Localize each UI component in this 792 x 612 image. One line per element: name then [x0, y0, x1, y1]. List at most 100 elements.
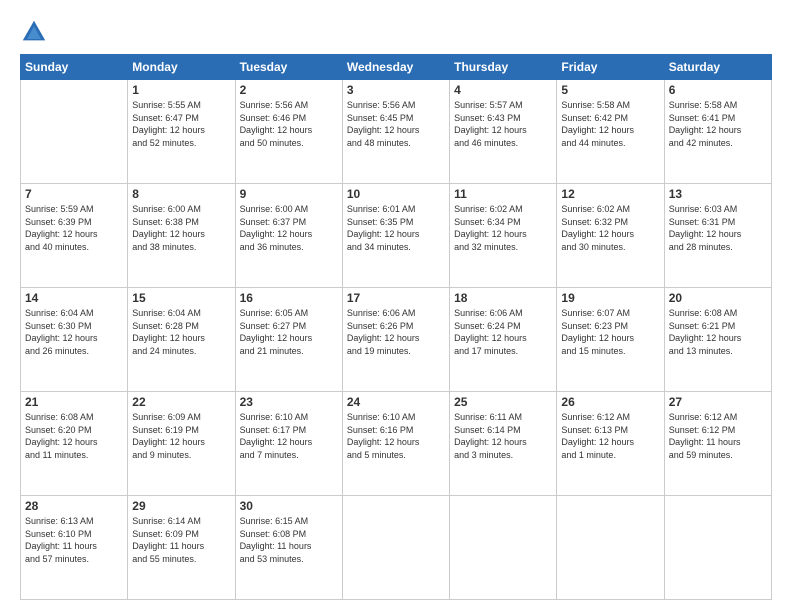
calendar-cell: 6 Sunrise: 5:58 AM Sunset: 6:41 PM Daylig… [664, 80, 771, 184]
day-number: 29 [132, 499, 230, 513]
calendar-cell: 8 Sunrise: 6:00 AM Sunset: 6:38 PM Daylig… [128, 184, 235, 288]
cell-info: Sunrise: 6:07 AM Sunset: 6:23 PM Dayligh… [561, 307, 659, 357]
cell-info: Sunrise: 6:06 AM Sunset: 6:26 PM Dayligh… [347, 307, 445, 357]
calendar-cell: 26 Sunrise: 6:12 AM Sunset: 6:13 PM Dayli… [557, 392, 664, 496]
calendar-cell: 17 Sunrise: 6:06 AM Sunset: 6:26 PM Dayli… [342, 288, 449, 392]
day-number: 13 [669, 187, 767, 201]
cell-info: Sunrise: 6:08 AM Sunset: 6:20 PM Dayligh… [25, 411, 123, 461]
calendar-cell: 14 Sunrise: 6:04 AM Sunset: 6:30 PM Dayli… [21, 288, 128, 392]
day-number: 11 [454, 187, 552, 201]
calendar-cell [21, 80, 128, 184]
day-number: 3 [347, 83, 445, 97]
day-number: 20 [669, 291, 767, 305]
day-number: 4 [454, 83, 552, 97]
col-header-friday: Friday [557, 55, 664, 80]
calendar-cell [557, 496, 664, 600]
cell-info: Sunrise: 6:02 AM Sunset: 6:34 PM Dayligh… [454, 203, 552, 253]
day-number: 22 [132, 395, 230, 409]
cell-info: Sunrise: 6:08 AM Sunset: 6:21 PM Dayligh… [669, 307, 767, 357]
day-number: 5 [561, 83, 659, 97]
calendar-cell: 20 Sunrise: 6:08 AM Sunset: 6:21 PM Dayli… [664, 288, 771, 392]
header [20, 18, 772, 46]
week-row-4: 28 Sunrise: 6:13 AM Sunset: 6:10 PM Dayli… [21, 496, 772, 600]
cell-info: Sunrise: 6:02 AM Sunset: 6:32 PM Dayligh… [561, 203, 659, 253]
cell-info: Sunrise: 6:00 AM Sunset: 6:38 PM Dayligh… [132, 203, 230, 253]
day-number: 2 [240, 83, 338, 97]
calendar-header-row: SundayMondayTuesdayWednesdayThursdayFrid… [21, 55, 772, 80]
col-header-sunday: Sunday [21, 55, 128, 80]
cell-info: Sunrise: 6:03 AM Sunset: 6:31 PM Dayligh… [669, 203, 767, 253]
cell-info: Sunrise: 6:13 AM Sunset: 6:10 PM Dayligh… [25, 515, 123, 565]
cell-info: Sunrise: 5:57 AM Sunset: 6:43 PM Dayligh… [454, 99, 552, 149]
day-number: 16 [240, 291, 338, 305]
cell-info: Sunrise: 5:58 AM Sunset: 6:42 PM Dayligh… [561, 99, 659, 149]
calendar-cell: 10Sunrise: 6:01 AM Sunset: 6:35 PM Dayli… [342, 184, 449, 288]
day-number: 10 [347, 187, 445, 201]
page: SundayMondayTuesdayWednesdayThursdayFrid… [0, 0, 792, 612]
cell-info: Sunrise: 6:14 AM Sunset: 6:09 PM Dayligh… [132, 515, 230, 565]
cell-info: Sunrise: 5:56 AM Sunset: 6:45 PM Dayligh… [347, 99, 445, 149]
calendar-cell: 21 Sunrise: 6:08 AM Sunset: 6:20 PM Dayli… [21, 392, 128, 496]
day-number: 25 [454, 395, 552, 409]
day-number: 24 [347, 395, 445, 409]
col-header-monday: Monday [128, 55, 235, 80]
calendar-cell: 30 Sunrise: 6:15 AM Sunset: 6:08 PM Dayli… [235, 496, 342, 600]
cell-info: Sunrise: 5:55 AM Sunset: 6:47 PM Dayligh… [132, 99, 230, 149]
col-header-wednesday: Wednesday [342, 55, 449, 80]
day-number: 9 [240, 187, 338, 201]
day-number: 21 [25, 395, 123, 409]
calendar-cell: 11 Sunrise: 6:02 AM Sunset: 6:34 PM Dayli… [450, 184, 557, 288]
calendar-cell: 13 Sunrise: 6:03 AM Sunset: 6:31 PM Dayli… [664, 184, 771, 288]
day-number: 28 [25, 499, 123, 513]
calendar-cell [450, 496, 557, 600]
cell-info: Sunrise: 6:04 AM Sunset: 6:30 PM Dayligh… [25, 307, 123, 357]
calendar-cell: 29 Sunrise: 6:14 AM Sunset: 6:09 PM Dayli… [128, 496, 235, 600]
logo [20, 18, 52, 46]
day-number: 30 [240, 499, 338, 513]
cell-info: Sunrise: 6:00 AM Sunset: 6:37 PM Dayligh… [240, 203, 338, 253]
cell-info: Sunrise: 6:11 AM Sunset: 6:14 PM Dayligh… [454, 411, 552, 461]
day-number: 23 [240, 395, 338, 409]
calendar-cell: 12 Sunrise: 6:02 AM Sunset: 6:32 PM Dayli… [557, 184, 664, 288]
calendar-cell [342, 496, 449, 600]
calendar-cell: 18 Sunrise: 6:06 AM Sunset: 6:24 PM Dayli… [450, 288, 557, 392]
calendar-cell: 3 Sunrise: 5:56 AM Sunset: 6:45 PM Daylig… [342, 80, 449, 184]
week-row-3: 21 Sunrise: 6:08 AM Sunset: 6:20 PM Dayli… [21, 392, 772, 496]
calendar-cell: 4 Sunrise: 5:57 AM Sunset: 6:43 PM Daylig… [450, 80, 557, 184]
day-number: 15 [132, 291, 230, 305]
cell-info: Sunrise: 6:12 AM Sunset: 6:13 PM Dayligh… [561, 411, 659, 461]
calendar-cell: 24 Sunrise: 6:10 AM Sunset: 6:16 PM Dayli… [342, 392, 449, 496]
col-header-tuesday: Tuesday [235, 55, 342, 80]
day-number: 26 [561, 395, 659, 409]
calendar-cell: 23 Sunrise: 6:10 AM Sunset: 6:17 PM Dayli… [235, 392, 342, 496]
calendar-cell: 15 Sunrise: 6:04 AM Sunset: 6:28 PM Dayli… [128, 288, 235, 392]
day-number: 12 [561, 187, 659, 201]
cell-info: Sunrise: 5:58 AM Sunset: 6:41 PM Dayligh… [669, 99, 767, 149]
calendar-table: SundayMondayTuesdayWednesdayThursdayFrid… [20, 54, 772, 600]
cell-info: Sunrise: 6:10 AM Sunset: 6:16 PM Dayligh… [347, 411, 445, 461]
cell-info: Sunrise: 6:05 AM Sunset: 6:27 PM Dayligh… [240, 307, 338, 357]
calendar-cell: 9 Sunrise: 6:00 AM Sunset: 6:37 PM Daylig… [235, 184, 342, 288]
week-row-2: 14 Sunrise: 6:04 AM Sunset: 6:30 PM Dayli… [21, 288, 772, 392]
day-number: 27 [669, 395, 767, 409]
cell-info: Sunrise: 6:04 AM Sunset: 6:28 PM Dayligh… [132, 307, 230, 357]
cell-info: Sunrise: 6:10 AM Sunset: 6:17 PM Dayligh… [240, 411, 338, 461]
col-header-saturday: Saturday [664, 55, 771, 80]
day-number: 18 [454, 291, 552, 305]
logo-icon [20, 18, 48, 46]
calendar-cell: 27Sunrise: 6:12 AM Sunset: 6:12 PM Dayli… [664, 392, 771, 496]
calendar-cell [664, 496, 771, 600]
day-number: 6 [669, 83, 767, 97]
col-header-thursday: Thursday [450, 55, 557, 80]
day-number: 17 [347, 291, 445, 305]
week-row-0: 1 Sunrise: 5:55 AM Sunset: 6:47 PM Daylig… [21, 80, 772, 184]
calendar-cell: 16 Sunrise: 6:05 AM Sunset: 6:27 PM Dayli… [235, 288, 342, 392]
cell-info: Sunrise: 6:06 AM Sunset: 6:24 PM Dayligh… [454, 307, 552, 357]
day-number: 1 [132, 83, 230, 97]
day-number: 14 [25, 291, 123, 305]
cell-info: Sunrise: 5:59 AM Sunset: 6:39 PM Dayligh… [25, 203, 123, 253]
cell-info: Sunrise: 6:15 AM Sunset: 6:08 PM Dayligh… [240, 515, 338, 565]
calendar-cell: 25 Sunrise: 6:11 AM Sunset: 6:14 PM Dayli… [450, 392, 557, 496]
day-number: 8 [132, 187, 230, 201]
cell-info: Sunrise: 5:56 AM Sunset: 6:46 PM Dayligh… [240, 99, 338, 149]
